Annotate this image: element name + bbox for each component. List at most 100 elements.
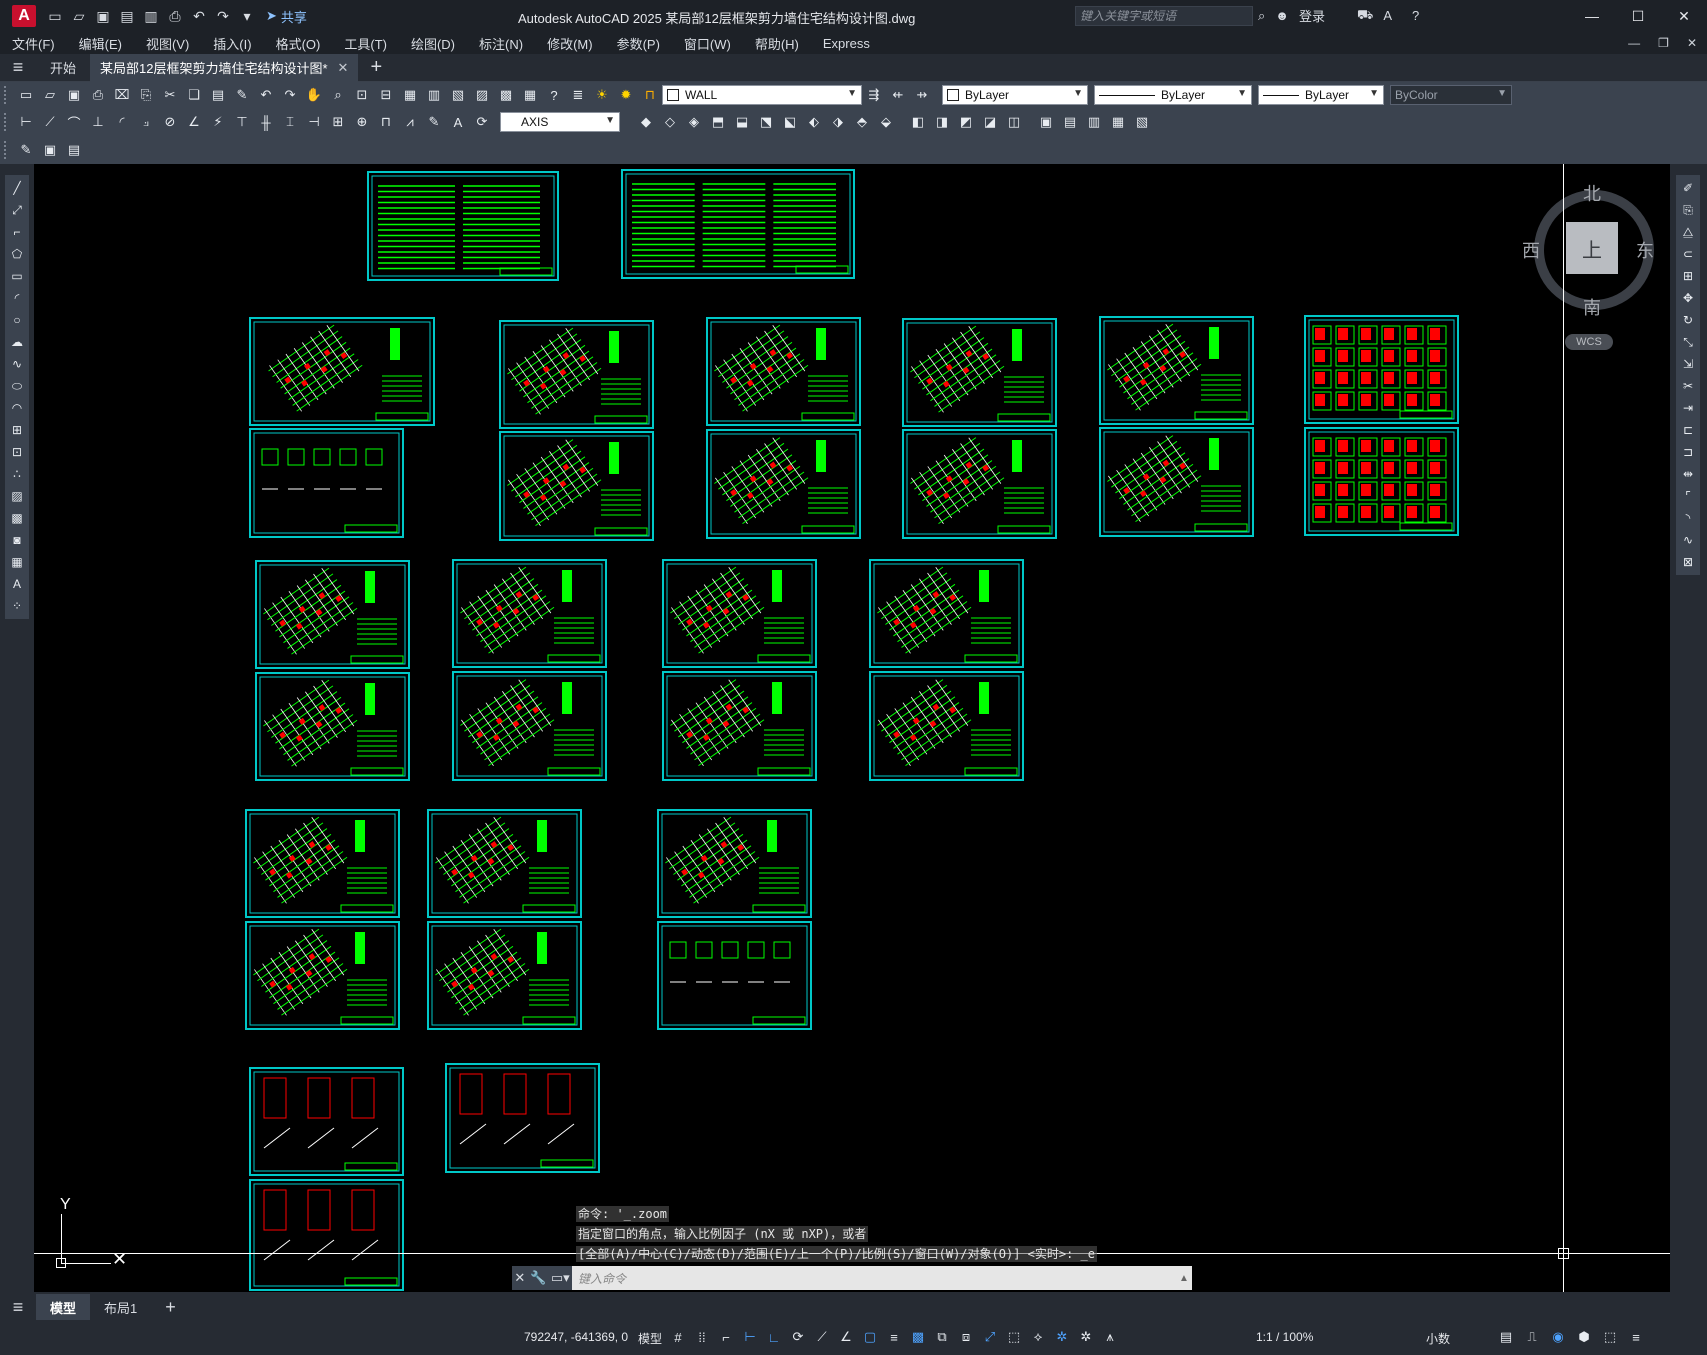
- command-close-icon[interactable]: ✕: [514, 1270, 525, 1286]
- units-dropdown[interactable]: 小数: [1426, 1330, 1450, 1347]
- toolbar-grip[interactable]: [4, 113, 10, 131]
- add-selected-icon[interactable]: ⁘: [8, 597, 26, 615]
- color-dropdown[interactable]: ByLayer ▼: [942, 85, 1088, 105]
- rotate-icon[interactable]: ↻: [1679, 311, 1697, 329]
- copy-faces-icon[interactable]: ⬘: [852, 112, 872, 132]
- tolerance-icon[interactable]: ⊞: [328, 112, 348, 132]
- help-icon[interactable]: ?: [1412, 8, 1419, 23]
- hardware-acceleration-icon[interactable]: ⬢: [1574, 1326, 1594, 1348]
- color-faces-icon[interactable]: ⬙: [876, 112, 896, 132]
- doc-close-icon[interactable]: ✕: [1687, 36, 1697, 50]
- clean-screen-icon[interactable]: ⬚: [1600, 1326, 1620, 1348]
- solid-union-icon[interactable]: ◆: [636, 112, 656, 132]
- layer-dropdown[interactable]: WALL ▼: [662, 85, 862, 105]
- customize-dropdown-icon[interactable]: ▾: [236, 5, 258, 27]
- isolate-objects-icon[interactable]: ◉: [1548, 1326, 1568, 1348]
- trim-icon[interactable]: ✂: [1679, 377, 1697, 395]
- markup-icon[interactable]: ▩: [496, 85, 516, 105]
- rectangle-icon[interactable]: ▭: [8, 267, 26, 285]
- offset-icon[interactable]: ⊂: [1679, 245, 1697, 263]
- inspect-icon[interactable]: ⊓: [376, 112, 396, 132]
- linear-dimension-icon[interactable]: ⊢: [16, 112, 36, 132]
- doc-minimize-icon[interactable]: —: [1628, 36, 1640, 50]
- clean-icon[interactable]: ◪: [980, 112, 1000, 132]
- auto-scale-icon[interactable]: ✲: [1076, 1326, 1096, 1348]
- solid-intersect-icon[interactable]: ◈: [684, 112, 704, 132]
- customization-icon[interactable]: ≡: [1626, 1326, 1646, 1348]
- space-icon[interactable]: ⌶: [280, 112, 300, 132]
- match-properties-icon[interactable]: ✎: [232, 85, 252, 105]
- cart-icon[interactable]: ⛟: [1357, 7, 1373, 25]
- new-tab-icon[interactable]: +: [370, 56, 382, 79]
- command-expand-icon[interactable]: ▲: [1176, 1273, 1192, 1284]
- menu-item-5[interactable]: 工具(T): [344, 34, 387, 53]
- viewcube-south[interactable]: 南: [1583, 294, 1601, 320]
- copy-edges-icon[interactable]: ◧: [908, 112, 928, 132]
- arc-length-icon[interactable]: ⌒: [64, 112, 84, 132]
- menu-item-11[interactable]: 帮助(H): [755, 34, 799, 53]
- layer-properties-icon[interactable]: ≣: [568, 85, 588, 105]
- menu-item-10[interactable]: 窗口(W): [684, 34, 731, 53]
- erase-icon[interactable]: ✐: [1679, 179, 1697, 197]
- redo-icon[interactable]: ↷: [212, 5, 234, 27]
- solid-subtract-icon[interactable]: ◇: [660, 112, 680, 132]
- line-icon[interactable]: ╱: [8, 179, 26, 197]
- search-icon[interactable]: ⌕: [1258, 8, 1265, 24]
- dynamic-input-icon[interactable]: ⊢: [740, 1326, 760, 1348]
- copy-object-icon[interactable]: ⎘: [1679, 201, 1697, 219]
- baseline-icon[interactable]: ⊤: [232, 112, 252, 132]
- menu-item-8[interactable]: 修改(M): [547, 34, 593, 53]
- rotate-faces-icon[interactable]: ⬖: [804, 112, 824, 132]
- menu-item-2[interactable]: 视图(V): [146, 34, 189, 53]
- chamfer-icon[interactable]: ⌜: [1679, 487, 1697, 505]
- lock-ui-icon[interactable]: ⎍: [1522, 1326, 1542, 1348]
- plot-icon[interactable]: ⎙: [88, 85, 108, 105]
- snap-icon[interactable]: ⁞⁞: [692, 1326, 712, 1348]
- drawing-canvas[interactable]: [34, 164, 1670, 1292]
- construction-line-icon[interactable]: ⤢: [8, 201, 26, 219]
- point-icon[interactable]: ∴: [8, 465, 26, 483]
- continue-icon[interactable]: ╫: [256, 112, 276, 132]
- menu-hamburger-icon[interactable]: ≡: [0, 57, 36, 78]
- block-editor-icon[interactable]: ▣: [40, 140, 60, 160]
- angular-icon[interactable]: ∠: [184, 112, 204, 132]
- table-icon[interactable]: ▦: [8, 553, 26, 571]
- fillet-icon[interactable]: ◝: [1679, 509, 1697, 527]
- customize-wrench-icon[interactable]: 🔧: [530, 1270, 546, 1286]
- dimension-text-edit-icon[interactable]: A: [448, 112, 468, 132]
- jogged-linear-icon[interactable]: ⩘: [400, 112, 420, 132]
- spline-icon[interactable]: ∿: [8, 355, 26, 373]
- coordinate-readout[interactable]: 792247, -641369, 0: [524, 1330, 628, 1344]
- tab-document[interactable]: 某局部12层框架剪力墙住宅结构设计图* ✕: [90, 53, 359, 82]
- search-input[interactable]: 键入关键字或短语: [1075, 6, 1253, 26]
- zoom-realtime-icon[interactable]: ⌕: [328, 85, 348, 105]
- annotation-visibility-icon[interactable]: ✲: [1052, 1326, 1072, 1348]
- multiline-text-icon[interactable]: A: [8, 575, 26, 593]
- cut-icon[interactable]: ✂: [160, 85, 180, 105]
- object-snap-icon[interactable]: ▢: [860, 1326, 880, 1348]
- array-icon[interactable]: ⊞: [1679, 267, 1697, 285]
- publish-icon[interactable]: ⎘: [136, 85, 156, 105]
- menu-item-12[interactable]: Express: [823, 36, 870, 51]
- recent-commands-icon[interactable]: ▭▾: [551, 1270, 570, 1286]
- toolbar-grip[interactable]: [4, 141, 10, 159]
- zoom-previous-icon[interactable]: ⊟: [376, 85, 396, 105]
- break-icon[interactable]: ⊐: [1679, 443, 1697, 461]
- zoom-window-icon[interactable]: ⊡: [352, 85, 372, 105]
- export-icon[interactable]: ▥: [140, 5, 162, 27]
- new-file-icon[interactable]: ▭: [44, 5, 66, 27]
- new-layout-icon[interactable]: +: [151, 1294, 190, 1320]
- quick-properties-icon[interactable]: ▤: [1496, 1326, 1516, 1348]
- undo-icon[interactable]: ↶: [188, 5, 210, 27]
- polyline-icon[interactable]: ⌐: [8, 223, 26, 241]
- tab-start[interactable]: 开始: [36, 54, 90, 82]
- diameter-icon[interactable]: ⊘: [160, 112, 180, 132]
- tab-model[interactable]: 模型: [36, 1294, 91, 1320]
- imprint-icon[interactable]: ◩: [956, 112, 976, 132]
- menu-item-7[interactable]: 标注(N): [479, 34, 523, 53]
- mirror-icon[interactable]: ⧋: [1679, 223, 1697, 241]
- polygon-icon[interactable]: ⬠: [8, 245, 26, 263]
- arc-icon[interactable]: ◜: [8, 289, 26, 307]
- scale-icon[interactable]: ⤡: [1679, 333, 1697, 351]
- layer-previous-icon[interactable]: ⇷: [888, 85, 908, 105]
